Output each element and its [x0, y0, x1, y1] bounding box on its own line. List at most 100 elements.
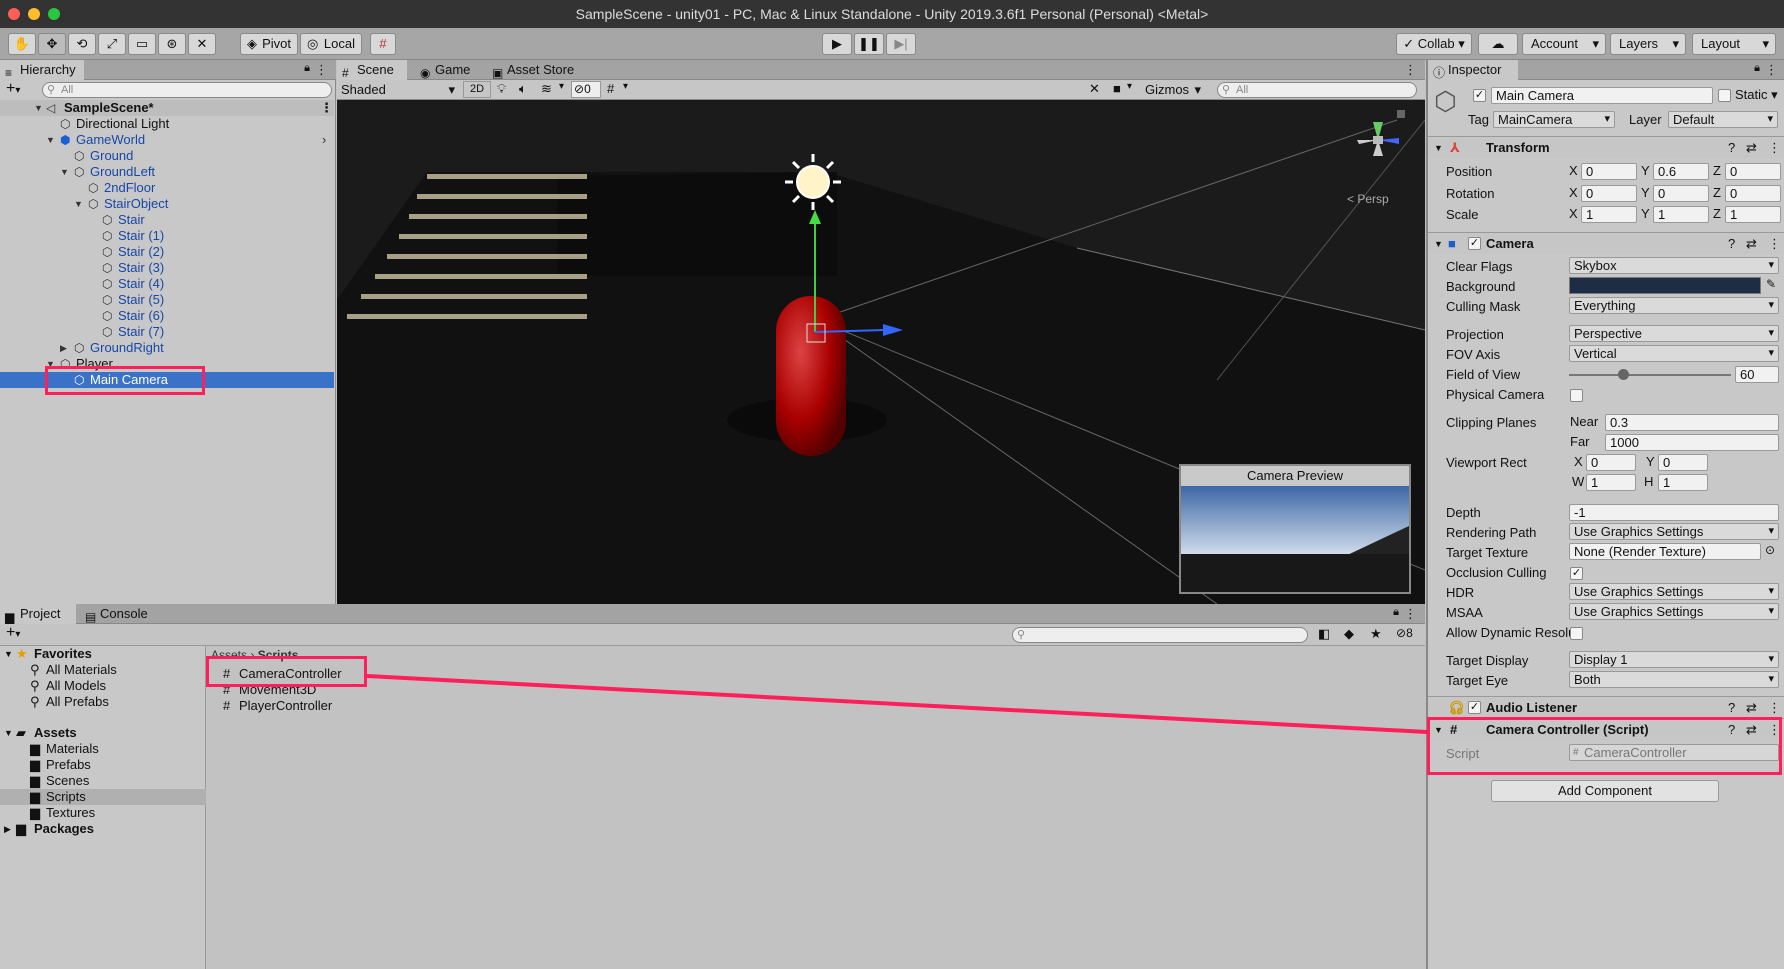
- custom-tool-button[interactable]: ✕: [188, 33, 216, 55]
- audio-listener-checkbox[interactable]: ✓: [1468, 701, 1481, 714]
- tree-item-2ndfloor[interactable]: ⬡ 2ndFloor: [0, 180, 334, 196]
- camera-icon[interactable]: ■: [1113, 81, 1121, 96]
- dynamic-resolution-checkbox[interactable]: [1570, 627, 1583, 640]
- gizmo-lock-icon[interactable]: [1397, 110, 1405, 118]
- component-menu-icon[interactable]: ⋮: [1768, 233, 1781, 255]
- lock-icon[interactable]: 🔒︎: [304, 62, 310, 75]
- transform-tool-button[interactable]: ⊛: [158, 33, 186, 55]
- rotation-z-field[interactable]: 0: [1725, 185, 1781, 202]
- layer-dropdown[interactable]: Default: [1668, 111, 1778, 128]
- position-x-field[interactable]: 0: [1581, 163, 1637, 180]
- tree-item-stair-2[interactable]: ⬡ Stair (2): [0, 244, 334, 260]
- effects-dropdown-icon[interactable]: ▾: [559, 81, 564, 92]
- rotation-x-field[interactable]: 0: [1581, 185, 1637, 202]
- grid-dropdown-icon[interactable]: ▾: [623, 81, 628, 92]
- preset-icon[interactable]: ⇄: [1746, 233, 1757, 255]
- tree-item-stair-1[interactable]: ⬡ Stair (1): [0, 228, 334, 244]
- tab-game[interactable]: ◉ Game: [415, 60, 485, 80]
- expand-arrow-icon[interactable]: ▼: [1434, 137, 1443, 159]
- collapse-arrow-icon[interactable]: ▶: [60, 340, 67, 356]
- scale-y-field[interactable]: 1: [1653, 206, 1709, 223]
- rotation-y-label[interactable]: Y: [1641, 185, 1650, 200]
- pause-button[interactable]: ❚❚: [854, 33, 884, 55]
- scene-viewport[interactable]: < Persp Camera Preview: [337, 100, 1425, 604]
- search-by-type-icon[interactable]: ◧: [1318, 626, 1330, 642]
- chevron-right-icon[interactable]: ›: [322, 132, 326, 148]
- expand-arrow-icon[interactable]: ▼: [74, 196, 83, 212]
- scene-search-input[interactable]: ⚲ All: [1217, 82, 1417, 98]
- tree-item-directional-light[interactable]: ⬡ Directional Light: [0, 116, 334, 132]
- target-texture-field[interactable]: None (Render Texture): [1569, 543, 1761, 560]
- rect-tool-button[interactable]: ▭: [128, 33, 156, 55]
- tree-item-ground[interactable]: ⬡ Ground: [0, 148, 334, 164]
- rotation-z-label[interactable]: Z: [1713, 185, 1721, 200]
- hand-tool-button[interactable]: ✋: [8, 33, 36, 55]
- active-checkbox[interactable]: ✓: [1473, 89, 1486, 102]
- fov-axis-dropdown[interactable]: Vertical: [1569, 345, 1779, 362]
- pivot-button[interactable]: ◈ Pivot: [240, 33, 298, 55]
- target-display-dropdown[interactable]: Display 1: [1569, 651, 1779, 668]
- expand-arrow-icon[interactable]: ▼: [4, 646, 13, 662]
- tag-dropdown[interactable]: MainCamera: [1493, 111, 1615, 128]
- object-name-field[interactable]: Main Camera: [1491, 87, 1713, 104]
- target-eye-dropdown[interactable]: Both: [1569, 671, 1779, 688]
- favorite-all-models[interactable]: ⚲ All Models: [0, 678, 206, 694]
- tree-item-stairobject[interactable]: ▼ ⬡ StairObject: [0, 196, 334, 212]
- gizmos-dropdown[interactable]: Gizmos ▾: [1145, 81, 1201, 98]
- fov-field[interactable]: 60: [1735, 366, 1779, 383]
- tab-project[interactable]: ▆ Project: [0, 604, 76, 624]
- tree-item-stair-7[interactable]: ⬡ Stair (7): [0, 324, 334, 340]
- scene-row[interactable]: ▼ ◁ SampleScene* ⋮: [0, 100, 334, 116]
- fov-slider-handle[interactable]: [1618, 369, 1629, 380]
- cloud-button[interactable]: ☁: [1478, 33, 1518, 55]
- clear-flags-dropdown[interactable]: Skybox: [1569, 257, 1779, 274]
- tab-console[interactable]: ▤ Console: [80, 604, 160, 624]
- tab-inspector[interactable]: ⓘ Inspector: [1428, 60, 1518, 80]
- camera-enabled-checkbox[interactable]: ✓: [1468, 237, 1481, 250]
- viewport-y-field[interactable]: 0: [1658, 454, 1708, 471]
- effects-icon[interactable]: ≋: [541, 81, 552, 97]
- scale-x-field[interactable]: 1: [1581, 206, 1637, 223]
- help-icon[interactable]: ?: [1728, 697, 1735, 719]
- rotation-x-label[interactable]: X: [1569, 185, 1578, 200]
- favorite-all-prefabs[interactable]: ⚲ All Prefabs: [0, 694, 206, 710]
- projection-dropdown[interactable]: Perspective: [1569, 325, 1779, 342]
- tree-item-groundleft[interactable]: ▼ ⬡ GroundLeft: [0, 164, 334, 180]
- component-menu-icon[interactable]: ⋮: [1768, 137, 1781, 159]
- menu-dots-icon[interactable]: ⋮: [1404, 62, 1417, 78]
- viewport-x-field[interactable]: 0: [1586, 454, 1636, 471]
- depth-field[interactable]: -1: [1569, 504, 1779, 521]
- scale-z-field[interactable]: 1: [1725, 206, 1781, 223]
- scale-tool-button[interactable]: ⤢: [98, 33, 126, 55]
- static-checkbox[interactable]: [1718, 89, 1731, 102]
- step-button[interactable]: ▶|: [886, 33, 916, 55]
- eyedropper-icon[interactable]: ✎: [1766, 277, 1776, 291]
- lock-icon[interactable]: 🔒︎: [1393, 606, 1399, 619]
- grid-visibility-icon[interactable]: #: [607, 81, 614, 96]
- occlusion-culling-checkbox[interactable]: ✓: [1570, 567, 1583, 580]
- position-z-field[interactable]: 0: [1725, 163, 1781, 180]
- far-field[interactable]: 1000: [1605, 434, 1779, 451]
- project-search-input[interactable]: ⚲: [1012, 627, 1308, 643]
- expand-arrow-icon[interactable]: ▼: [4, 725, 13, 741]
- scene-menu-icon[interactable]: ⋮: [320, 100, 333, 116]
- favorites-section[interactable]: ▼ ★ Favorites: [0, 646, 206, 662]
- assets-section[interactable]: ▼ ▰ Assets: [0, 725, 206, 741]
- help-icon[interactable]: ?: [1728, 137, 1735, 159]
- tree-item-stair-6[interactable]: ⬡ Stair (6): [0, 308, 334, 324]
- near-field[interactable]: 0.3: [1605, 414, 1779, 431]
- position-y-label[interactable]: Y: [1641, 163, 1650, 178]
- add-component-button[interactable]: Add Component: [1491, 780, 1719, 802]
- tree-item-stair[interactable]: ⬡ Stair: [0, 212, 334, 228]
- tab-asset-store[interactable]: ▣ Asset Store: [487, 60, 587, 80]
- fov-slider-track[interactable]: [1569, 374, 1731, 376]
- tree-item-stair-5[interactable]: ⬡ Stair (5): [0, 292, 334, 308]
- hidden-objects-toggle[interactable]: ⊘0: [571, 81, 601, 98]
- rendering-path-dropdown[interactable]: Use Graphics Settings: [1569, 523, 1779, 540]
- minimize-window-button[interactable]: [28, 8, 40, 20]
- rotation-y-field[interactable]: 0: [1653, 185, 1709, 202]
- audio-listener-header[interactable]: 🎧︎ ✓ Audio Listener ? ⇄ ⋮: [1428, 696, 1784, 718]
- move-tool-button[interactable]: ✥: [38, 33, 66, 55]
- play-button[interactable]: ▶: [822, 33, 852, 55]
- physical-camera-checkbox[interactable]: [1570, 389, 1583, 402]
